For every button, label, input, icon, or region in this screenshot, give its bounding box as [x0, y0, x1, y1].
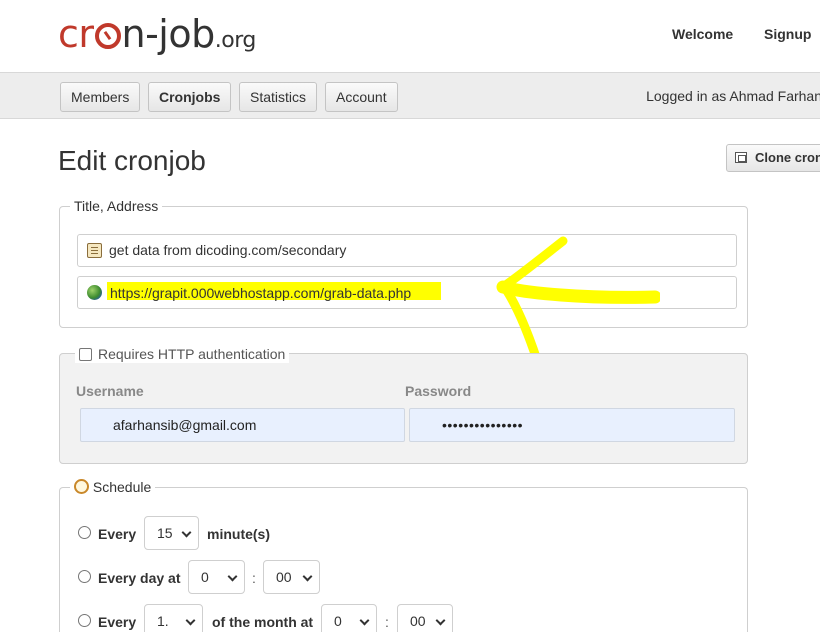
minutes-interval-select[interactable]: 15 — [144, 516, 199, 550]
schedule-radio-every-month[interactable] — [78, 614, 91, 627]
chevron-down-icon — [227, 571, 238, 582]
username-input[interactable]: afarhansib@gmail.com — [80, 408, 405, 442]
title-field-value: get data from dicoding.com/secondary — [109, 242, 347, 258]
daily-minute-value: 00 — [276, 569, 292, 585]
globe-icon — [87, 285, 102, 300]
schedule-radio-every-minutes[interactable] — [78, 526, 91, 539]
page-title: Edit cronjob — [58, 145, 206, 176]
monthly-hour-value: 0 — [334, 613, 342, 629]
clone-cronjob-button[interactable]: Clone cronjob — [726, 144, 820, 172]
monthly-day-select[interactable]: 1. — [144, 604, 203, 632]
chevron-down-icon — [185, 615, 196, 626]
auth-checkbox[interactable] — [79, 348, 92, 361]
auth-legend: Requires HTTP authentication — [75, 346, 290, 363]
schedule-radio-every-day[interactable] — [78, 570, 91, 583]
alarm-clock-icon — [74, 479, 89, 494]
schedule-section: Schedule Every 15 minute(s) Every day at… — [59, 479, 748, 632]
daily-hour-value: 0 — [201, 569, 209, 585]
tab-statistics[interactable]: Statistics — [239, 82, 318, 112]
schedule-row1-suffix: minute(s) — [207, 526, 270, 542]
logo-part2: n-job — [121, 12, 216, 56]
signup-link[interactable]: Signup — [764, 26, 811, 42]
minutes-interval-value: 15 — [157, 525, 173, 541]
schedule-row3-prefix: Every — [98, 614, 137, 630]
logo-clock-icon — [94, 23, 121, 49]
monthly-day-value: 1. — [157, 613, 169, 629]
annotation-arrow-icon — [496, 236, 660, 365]
schedule-legend-label: Schedule — [92, 479, 152, 495]
monthly-minute-value: 00 — [410, 613, 426, 629]
password-input[interactable]: ••••••••••••••• — [409, 408, 735, 442]
schedule-row1-prefix: Every — [98, 526, 137, 542]
daily-minute-select[interactable]: 00 — [263, 560, 320, 594]
time-separator: : — [252, 570, 256, 586]
monthly-minute-select[interactable]: 00 — [397, 604, 453, 632]
auth-legend-label: Requires HTTP authentication — [98, 346, 286, 362]
chevron-down-icon — [435, 615, 446, 626]
clone-icon — [735, 152, 747, 163]
tab-cronjobs[interactable]: Cronjobs — [148, 82, 232, 112]
schedule-row3-middle: of the month at — [212, 614, 314, 630]
url-field-value: https://grapit.000webhostapp.com/grab-da… — [110, 285, 412, 301]
welcome-link[interactable]: Welcome — [672, 26, 733, 42]
tab-account[interactable]: Account — [325, 82, 398, 112]
tab-members[interactable]: Members — [60, 82, 141, 112]
note-icon — [87, 243, 102, 258]
logo-part1: cr — [58, 12, 94, 56]
auth-section: Requires HTTP authentication Username Pa… — [59, 346, 748, 464]
schedule-legend: Schedule — [70, 479, 156, 496]
username-label: Username — [76, 383, 144, 399]
logged-in-status: Logged in as Ahmad Farhan — [646, 88, 820, 104]
schedule-row2-prefix: Every day at — [98, 570, 181, 586]
logo-suffix: .org — [214, 28, 257, 53]
time-separator: : — [385, 614, 389, 630]
monthly-hour-select[interactable]: 0 — [321, 604, 377, 632]
daily-hour-select[interactable]: 0 — [188, 560, 245, 594]
chevron-down-icon — [359, 615, 370, 626]
site-header: cr n-job.org Welcome Signup — [0, 0, 820, 72]
password-label: Password — [405, 383, 472, 399]
title-address-legend: Title, Address — [70, 198, 163, 215]
chevron-down-icon — [181, 527, 192, 538]
clone-button-label: Clone cronjob — [755, 150, 820, 165]
main-nav: Members Cronjobs Statistics Account Logg… — [0, 72, 820, 119]
chevron-down-icon — [302, 571, 313, 582]
site-logo[interactable]: cr n-job.org — [58, 12, 256, 63]
